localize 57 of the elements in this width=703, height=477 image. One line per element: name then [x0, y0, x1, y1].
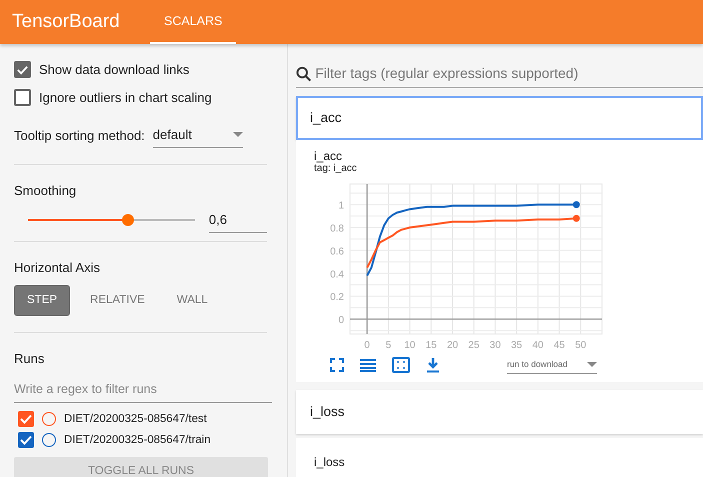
tag-filter-field[interactable]: Filter tags (regular expressions supported): [315, 60, 703, 87]
checkbox-label: Show data download links: [39, 61, 190, 79]
search-icon: [296, 66, 312, 82]
chart-tag: tag: i_acc: [314, 163, 687, 174]
run-color-circle: [42, 433, 56, 448]
run-download-dropdown[interactable]: run to download: [507, 356, 597, 374]
caret-icon: [587, 362, 597, 368]
list-icon[interactable]: [360, 358, 376, 372]
chart-title: i_acc: [314, 150, 342, 164]
checkmark-icon: [19, 412, 33, 426]
y-tick-label: 0.4: [330, 270, 344, 281]
checkbox[interactable]: [14, 88, 31, 106]
app-title: TensorBoard: [11, 10, 121, 34]
x-tick-label: 40: [532, 340, 544, 352]
checkbox-label: Ignore outliers in chart scaling: [39, 88, 212, 107]
axis-option-button[interactable]: RELATIVE: [78, 285, 157, 316]
x-tick-label: 5: [386, 340, 392, 352]
chart-title: i_loss: [314, 456, 346, 470]
x-tick-label: 25: [468, 340, 480, 352]
y-tick-label: 1: [338, 201, 344, 212]
slider-thumb[interactable]: [122, 214, 134, 226]
y-tick-label: 0.2: [330, 292, 344, 304]
run-checkbox[interactable]: [18, 411, 34, 428]
x-tick-label: 0: [364, 340, 370, 352]
x-tick-label: 50: [575, 340, 586, 352]
checkmark-icon: [19, 433, 33, 448]
checkbox[interactable]: [14, 61, 31, 78]
fit-domain-icon[interactable]: [392, 357, 410, 374]
x-tick-label: 35: [511, 340, 522, 352]
run-name: DIET/20200325-085647/train: [64, 432, 211, 448]
y-tick-label: 0.8: [330, 224, 344, 235]
x-tick-label: 20: [446, 340, 458, 352]
axis-option-button[interactable]: WALL: [164, 285, 220, 316]
runs-label: Runs: [14, 350, 46, 368]
run-checkbox[interactable]: [18, 432, 34, 448]
x-tick-label: 30: [490, 340, 501, 352]
download-icon[interactable]: [426, 357, 440, 374]
x-tick-label: 15: [426, 340, 437, 352]
y-tick-label: 0.6: [330, 246, 344, 258]
x-tick-label: 45: [554, 340, 565, 352]
smoothing-label: Smoothing: [14, 182, 78, 200]
tooltip-sorting-label: Tooltip sorting method:: [14, 126, 145, 145]
horizontal-axis-label: Horizontal Axis: [14, 258, 101, 276]
series-end-marker: [572, 202, 580, 209]
run-filter-field[interactable]: Write a regex to filter runs: [14, 376, 272, 402]
sort-method-dropdown[interactable]: default: [152, 123, 243, 148]
x-tick-label: 10: [404, 340, 416, 352]
series-end-marker: [572, 215, 580, 222]
tag-group-header[interactable]: i_acc: [296, 96, 703, 140]
run-name: DIET/20200325-085647/test: [64, 412, 207, 426]
fullscreen-icon[interactable]: [330, 358, 344, 372]
tag-group-header[interactable]: i_loss: [296, 390, 703, 434]
axis-option-button[interactable]: STEP: [14, 285, 70, 316]
caret-icon: [232, 132, 243, 138]
run-color-circle: [42, 412, 56, 426]
y-tick-label: 0: [338, 316, 344, 327]
smoothing-value-field[interactable]: 0,6: [208, 208, 267, 232]
